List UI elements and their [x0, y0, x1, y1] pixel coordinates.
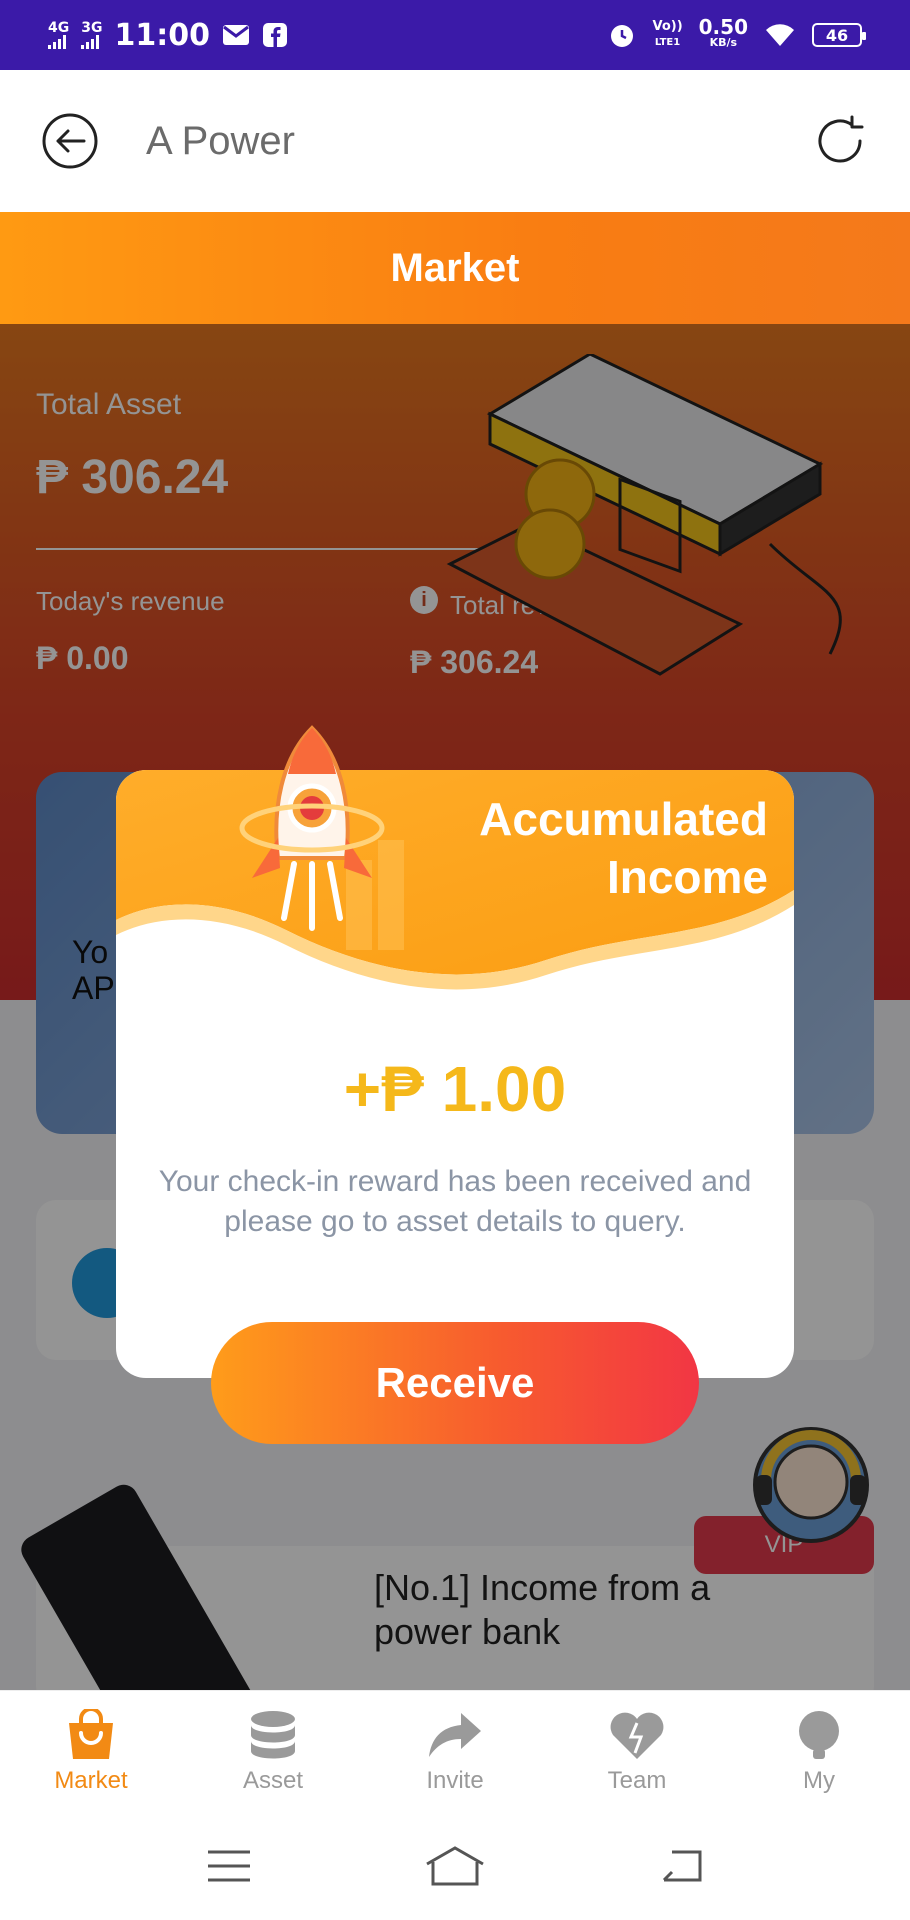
nav-team-label: Team [607, 1766, 667, 1794]
back-icon[interactable] [658, 1848, 704, 1884]
clock: 11:00 [114, 17, 210, 53]
nav-team[interactable]: Team [546, 1691, 728, 1812]
nav-asset[interactable]: Asset [182, 1691, 364, 1812]
home-icon[interactable] [423, 1844, 487, 1888]
facebook-icon [262, 23, 287, 47]
nav-invite-label: Invite [426, 1766, 484, 1794]
user-icon [799, 1710, 839, 1759]
network-3g-indicator: 3G [81, 21, 102, 49]
system-navigation-bar [0, 1812, 910, 1920]
nav-asset-label: Asset [242, 1766, 304, 1794]
menu-icon[interactable] [206, 1848, 252, 1884]
shopping-bag-icon [69, 1708, 113, 1759]
share-arrow-icon [429, 1712, 481, 1757]
back-arrow-icon[interactable] [40, 111, 100, 171]
refresh-icon[interactable] [810, 111, 870, 171]
mail-icon [222, 25, 249, 45]
wifi-icon [766, 24, 794, 46]
battery-indicator: 46 [812, 23, 866, 47]
nav-market-label: Market [54, 1766, 128, 1794]
network-speed: 0.50 KB/s [698, 15, 748, 49]
page-title: A Power [146, 118, 295, 163]
dialog-title: Accumulated Income [479, 793, 768, 903]
rocket-icon [239, 725, 385, 931]
nav-market[interactable]: Market [0, 1691, 182, 1812]
alarm-clock-icon [611, 25, 634, 47]
volte-indicator: Vo)) LTE1 [652, 19, 683, 48]
nav-my[interactable]: My [728, 1691, 910, 1812]
status-bar: 4G 3G 11:00 Vo)) LTE1 0.50 KB/s 46 [0, 0, 910, 70]
market-banner: Market [0, 212, 910, 324]
nav-invite[interactable]: Invite [364, 1691, 546, 1812]
receive-button[interactable]: Receive [211, 1322, 699, 1444]
reward-message: Your check-in reward has been received a… [158, 1165, 752, 1238]
market-banner-title: Market [390, 245, 520, 290]
network-4g-indicator: 4G [48, 21, 69, 49]
app-header: A Power [0, 70, 910, 212]
bottom-navigation: Market Asset Invite Team My [0, 1690, 910, 1812]
reward-amount: +₱ 1.00 [343, 1053, 567, 1125]
heart-icon [610, 1712, 664, 1759]
database-icon [251, 1710, 295, 1758]
nav-my-label: My [803, 1766, 835, 1794]
